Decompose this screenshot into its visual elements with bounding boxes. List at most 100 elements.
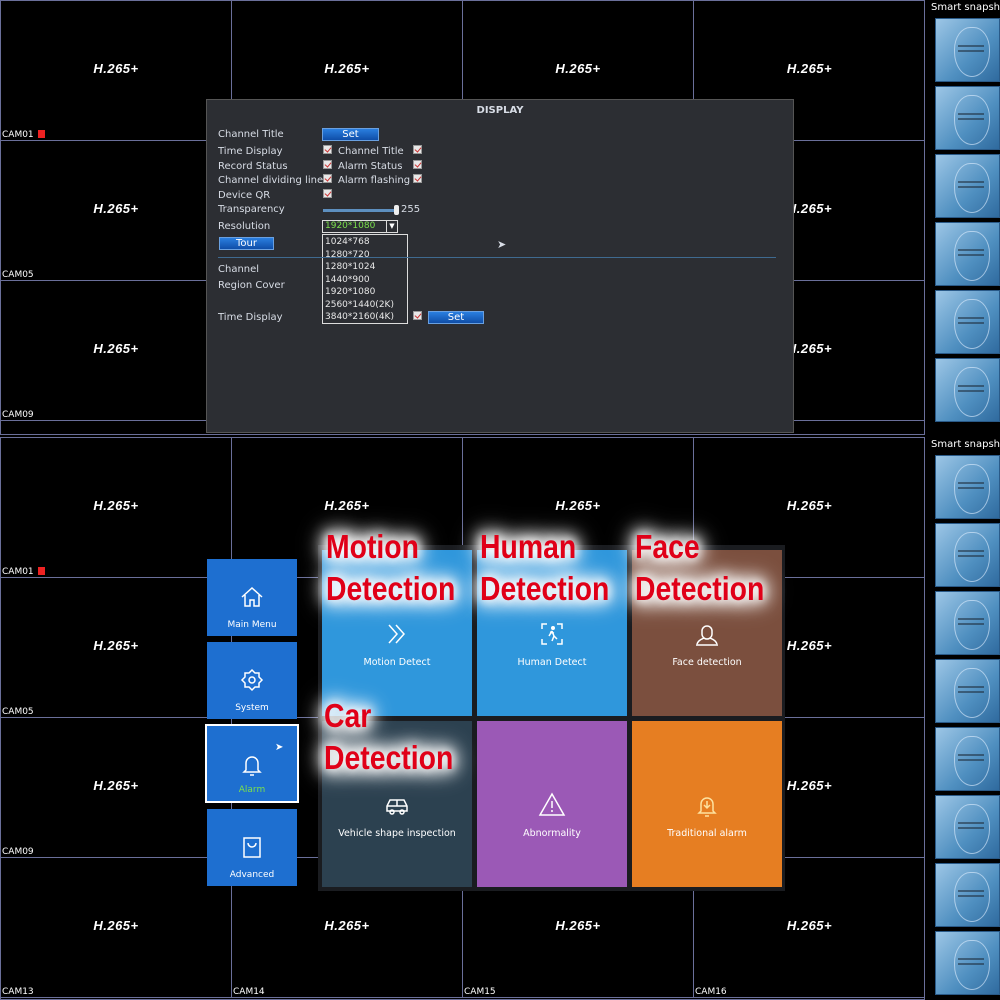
time-display-set-button[interactable]: Set <box>428 311 484 324</box>
device-qr-label: Device QR <box>218 190 271 201</box>
face-snapshot-thumbnail[interactable] <box>935 931 1000 995</box>
channel-title-checkbox[interactable] <box>413 145 422 154</box>
bag-icon <box>238 837 266 864</box>
face-snapshot-thumbnail[interactable] <box>935 523 1000 587</box>
camera-name-text: CAM09 <box>2 847 34 857</box>
face-snapshot-thumbnail[interactable] <box>935 290 1000 354</box>
time-display-checkbox-2[interactable] <box>413 311 422 320</box>
face-snapshot-thumbnail[interactable] <box>935 795 1000 859</box>
dialog-title: DISPLAY <box>476 105 524 116</box>
alarm-bell-icon <box>632 721 782 822</box>
camera-name-text: CAM14 <box>233 987 265 997</box>
record-status-checkbox[interactable] <box>323 160 332 169</box>
tile-label: Motion Detect <box>363 657 431 668</box>
record-icon <box>37 130 45 138</box>
caption-line: Face <box>635 528 700 565</box>
camera-tile[interactable]: H.265+ CAM01 <box>1 1 232 141</box>
face-snapshot-thumbnail[interactable] <box>935 86 1000 150</box>
device-qr-checkbox[interactable] <box>323 189 332 198</box>
home-icon <box>238 586 266 614</box>
codec-label: H.265+ <box>93 341 139 356</box>
resolution-option[interactable]: 1280*720 <box>325 249 405 262</box>
camera-name: CAM05 <box>2 270 34 280</box>
caption-line: Detection <box>480 570 610 607</box>
face-detection-caption: Face Detection <box>635 526 764 610</box>
alarm-tile-abnormality[interactable]: Abnormality <box>477 721 627 887</box>
chevron-down-icon[interactable]: ▼ <box>386 221 397 232</box>
face-snapshot-thumbnail[interactable] <box>935 154 1000 218</box>
bell-icon <box>238 756 266 781</box>
divider <box>218 257 776 258</box>
display-dialog: DISPLAY Channel Title Set Time Display C… <box>206 99 794 433</box>
resolution-option[interactable]: 2560*1440(2K) <box>325 299 405 312</box>
gear-icon <box>238 668 266 697</box>
caption-line: Detection <box>324 739 454 776</box>
camera-tile[interactable]: H.265+ CAM09 <box>1 718 232 858</box>
codec-label: H.265+ <box>93 498 139 513</box>
menu-tile-alarm[interactable]: Alarm ➤ <box>205 724 299 803</box>
camera-name: CAM14 <box>233 987 265 997</box>
camera-name-text: CAM05 <box>2 707 34 717</box>
camera-name: CAM01 <box>2 130 45 140</box>
face-snapshot-thumbnail[interactable] <box>935 659 1000 723</box>
codec-label: H.265+ <box>786 918 833 933</box>
face-snapshot-thumbnail[interactable] <box>935 727 1000 791</box>
alarm-flashing-checkbox[interactable] <box>413 174 422 183</box>
channel-dividing-line-label: Channel dividing line <box>218 175 324 186</box>
camera-tile[interactable]: H.265+ CAM05 <box>1 141 232 281</box>
channel-title-set-button[interactable]: Set <box>322 128 379 141</box>
camera-name: CAM13 <box>2 987 34 997</box>
channel-title-overlay-label: Channel Title <box>338 146 404 157</box>
mouse-cursor: ➤ <box>275 742 284 753</box>
time-display-checkbox[interactable] <box>323 145 332 154</box>
menu-tile-main-menu[interactable]: Main Menu <box>207 559 297 636</box>
caption-line: Human <box>480 528 577 565</box>
camera-tile[interactable]: H.265+ CAM13 <box>1 858 232 998</box>
codec-label: H.265+ <box>93 638 139 653</box>
face-snapshot-thumbnail[interactable] <box>935 455 1000 519</box>
region-cover-label: Region Cover <box>218 280 285 291</box>
tile-label: Face detection <box>672 657 742 668</box>
resolution-option[interactable]: 1280*1024 <box>325 261 405 274</box>
camera-name-text: CAM05 <box>2 270 34 280</box>
codec-label: H.265+ <box>324 61 370 76</box>
camera-name: CAM09 <box>2 410 34 420</box>
caption-line: Car <box>324 697 372 734</box>
resolution-option[interactable]: 1024*768 <box>325 236 405 249</box>
menu-tile-advanced[interactable]: Advanced <box>207 809 297 886</box>
smart-snapshot-label: Smart snapshot <box>931 439 1000 450</box>
face-snapshot-thumbnail[interactable] <box>935 591 1000 655</box>
alarm-status-checkbox[interactable] <box>413 160 422 169</box>
tile-label: Traditional alarm <box>667 828 747 839</box>
camera-tile[interactable]: H.265+ CAM09 <box>1 281 232 421</box>
camera-tile[interactable]: H.265+ CAM05 <box>1 578 232 718</box>
resolution-dropdown-list: 1024*768 1280*720 1280*1024 1440*900 1920*10… <box>322 234 408 324</box>
transparency-slider[interactable] <box>323 205 399 215</box>
caption-line: Motion <box>326 528 419 565</box>
camera-tile[interactable]: H.265+ CAM01 <box>1 438 232 578</box>
camera-name-text: CAM01 <box>2 567 34 577</box>
face-snapshot-thumbnail[interactable] <box>935 222 1000 286</box>
alarm-flashing-label: Alarm flashing <box>338 175 411 186</box>
codec-label: H.265+ <box>555 498 601 513</box>
resolution-option[interactable]: 1920*1080 <box>325 286 405 299</box>
resolution-label: Resolution <box>218 221 271 232</box>
alarm-tile-traditional-alarm[interactable]: Traditional alarm <box>632 721 782 887</box>
tour-button[interactable]: Tour <box>219 237 274 250</box>
slider-handle[interactable] <box>394 205 399 215</box>
codec-label: H.265+ <box>555 61 601 76</box>
face-snapshot-thumbnail[interactable] <box>935 358 1000 422</box>
resolution-option[interactable]: 1440*900 <box>325 274 405 287</box>
face-snapshot-thumbnail[interactable] <box>935 18 1000 82</box>
tile-label: Abnormality <box>523 828 581 839</box>
codec-label: H.265+ <box>93 201 139 216</box>
codec-label: H.265+ <box>324 918 370 933</box>
smart-snapshot-panel-top: Smart snapshot <box>927 0 1000 435</box>
resolution-option[interactable]: 3840*2160(4K) <box>325 311 405 324</box>
channel-dividing-line-checkbox[interactable] <box>323 174 332 183</box>
resolution-select[interactable]: 1920*1080 ▼ <box>322 220 398 233</box>
codec-label: H.265+ <box>93 61 139 76</box>
camera-name: CAM01 <box>2 567 45 577</box>
menu-tile-system[interactable]: System <box>207 642 297 719</box>
face-snapshot-thumbnail[interactable] <box>935 863 1000 927</box>
